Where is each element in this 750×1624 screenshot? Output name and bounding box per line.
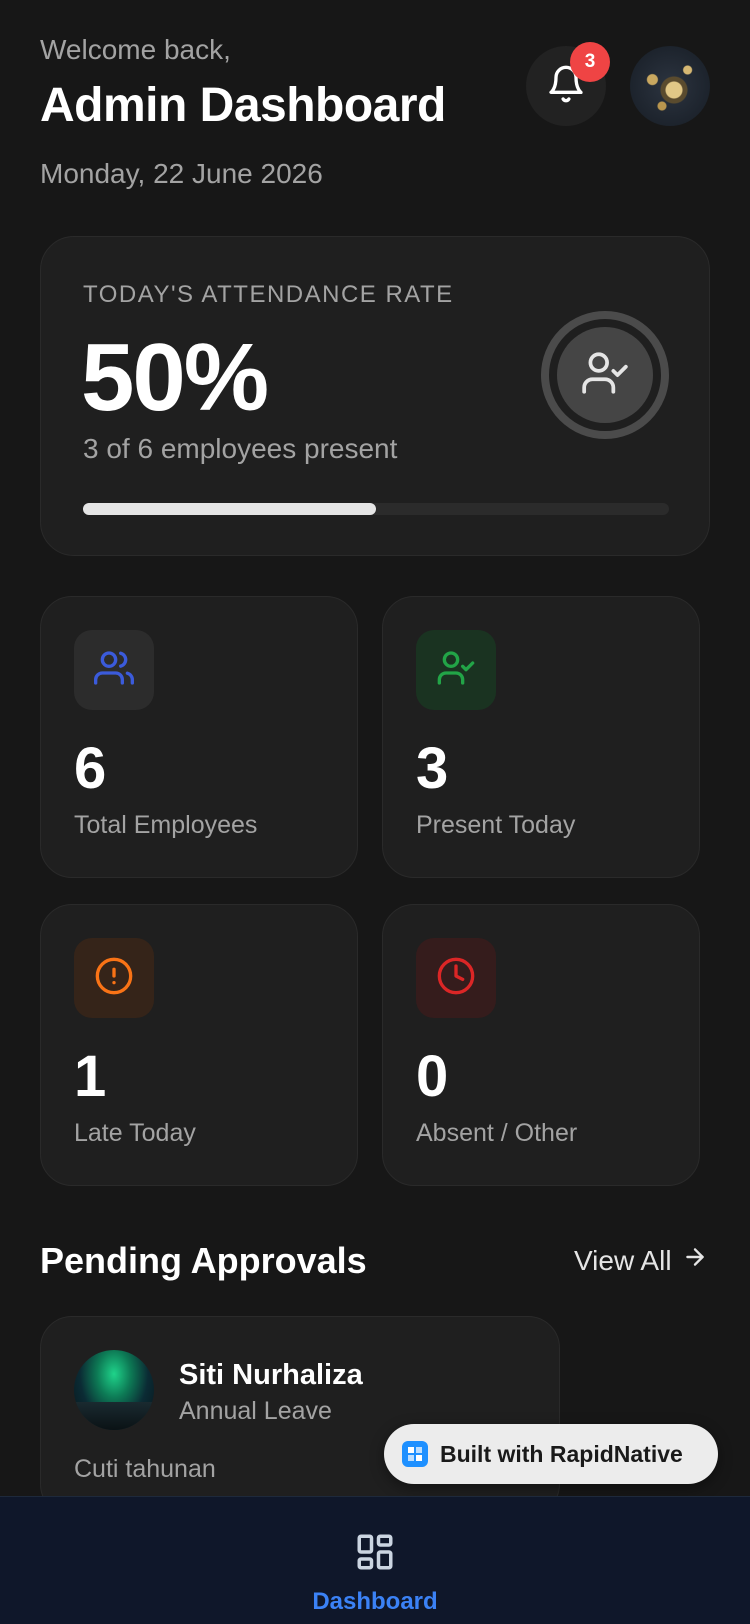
- stat-label: Total Employees: [74, 811, 258, 839]
- stat-value: 1: [74, 1044, 107, 1109]
- stat-label: Late Today: [74, 1119, 196, 1147]
- stat-icon-box: [416, 630, 496, 710]
- built-with-label: Built with RapidNative: [440, 1440, 683, 1467]
- clock-icon: [436, 956, 476, 1001]
- users-icon: [94, 648, 134, 693]
- approval-leave-type: Annual Leave: [179, 1397, 332, 1425]
- view-all-label: View All: [574, 1244, 672, 1276]
- approval-note: Cuti tahunan: [74, 1455, 216, 1483]
- arrow-right-icon: [682, 1244, 708, 1277]
- approval-card[interactable]: Siti Nurhaliza Annual Leave Cuti tahunan: [40, 1316, 560, 1516]
- approval-avatar: [74, 1350, 154, 1430]
- stat-card-present-today[interactable]: 3 Present Today: [382, 596, 700, 878]
- stat-card-absent-other[interactable]: 0 Absent / Other: [382, 904, 700, 1186]
- attendance-progress-fill: [83, 503, 376, 515]
- stat-card-late-today[interactable]: 1 Late Today: [40, 904, 358, 1186]
- stat-value: 6: [74, 736, 107, 801]
- stat-label: Absent / Other: [416, 1119, 578, 1147]
- notification-badge: 3: [570, 42, 610, 82]
- attendance-rate-card: TODAY'S ATTENDANCE RATE 50% 3 of 6 emplo…: [40, 236, 710, 556]
- alert-circle-icon: [94, 956, 134, 1001]
- attendance-rate-value: 50%: [81, 324, 269, 431]
- nav-item-dashboard[interactable]: Dashboard: [0, 1531, 750, 1616]
- stat-label: Present Today: [416, 811, 576, 839]
- welcome-text: Welcome back,: [40, 34, 231, 65]
- page-title: Admin Dashboard: [40, 79, 446, 132]
- dashboard-screen: Welcome back, Admin Dashboard Monday, 22…: [0, 0, 750, 1624]
- stat-icon-box: [74, 630, 154, 710]
- stat-value: 0: [416, 1044, 449, 1109]
- stat-icon-box: [416, 938, 496, 1018]
- user-check-icon: [580, 348, 630, 403]
- grid-icon: [354, 1531, 396, 1578]
- built-with-badge[interactable]: Built with RapidNative: [384, 1424, 718, 1484]
- attendance-ring: [541, 311, 669, 439]
- current-date: Monday, 22 June 2026: [40, 158, 323, 189]
- approval-employee-name: Siti Nurhaliza: [179, 1359, 363, 1391]
- view-all-link[interactable]: View All: [574, 1244, 708, 1277]
- nav-label: Dashboard: [312, 1588, 438, 1615]
- user-check-icon: [436, 648, 476, 693]
- attendance-rate-label: TODAY'S ATTENDANCE RATE: [83, 281, 454, 308]
- bottom-nav: Dashboard: [0, 1496, 750, 1624]
- stat-icon-box: [74, 938, 154, 1018]
- stat-card-total-employees[interactable]: 6 Total Employees: [40, 596, 358, 878]
- attendance-summary: 3 of 6 employees present: [83, 433, 398, 464]
- profile-avatar[interactable]: [630, 46, 710, 126]
- pending-approvals-title: Pending Approvals: [40, 1240, 367, 1281]
- stat-value: 3: [416, 736, 449, 801]
- rapidnative-logo-icon: [402, 1441, 428, 1467]
- attendance-progress-bar: [83, 503, 669, 515]
